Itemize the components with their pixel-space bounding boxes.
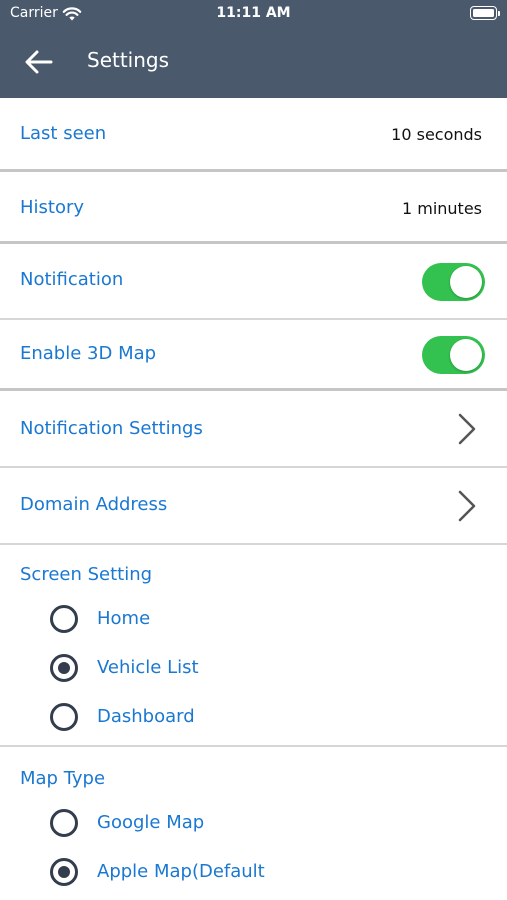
notification-row: Notification xyxy=(0,244,507,318)
page-title: Settings xyxy=(87,48,170,72)
radio-vehicle-list-label[interactable]: Vehicle List xyxy=(97,657,199,678)
last-seen-label: Last seen xyxy=(20,123,107,144)
map-type-title: Map Type xyxy=(20,768,106,789)
radio-apple-map-label[interactable]: Apple Map(Default xyxy=(97,861,265,882)
last-seen-value: 10 seconds xyxy=(391,125,482,144)
status-time: 11:11 AM xyxy=(216,5,291,21)
chevron-right-icon xyxy=(458,490,476,522)
notification-settings-row[interactable]: Notification Settings xyxy=(0,391,507,466)
radio-google-map[interactable] xyxy=(50,809,78,837)
screen-setting-section: Screen Setting Home Vehicle List Dashboa… xyxy=(0,545,507,745)
battery-icon xyxy=(470,6,500,20)
radio-home[interactable] xyxy=(50,605,78,633)
notification-toggle[interactable] xyxy=(422,263,485,301)
radio-apple-map[interactable] xyxy=(50,858,78,886)
radio-vehicle-list[interactable] xyxy=(50,654,78,682)
chevron-right-icon xyxy=(458,413,476,445)
last-seen-row[interactable]: Last seen 10 seconds xyxy=(0,98,507,170)
enable-3d-map-row: Enable 3D Map xyxy=(0,320,507,388)
screen-setting-title: Screen Setting xyxy=(20,564,153,585)
notification-settings-label: Notification Settings xyxy=(20,418,203,439)
domain-address-row[interactable]: Domain Address xyxy=(0,468,507,543)
enable-3d-map-toggle[interactable] xyxy=(422,336,485,374)
notification-label: Notification xyxy=(20,269,124,290)
map-type-section: Map Type Google Map Apple Map(Default xyxy=(0,747,507,900)
history-row[interactable]: History 1 minutes xyxy=(0,172,507,242)
radio-dashboard-label[interactable]: Dashboard xyxy=(97,706,195,727)
navigation-header: Carrier 11:11 AM Settings xyxy=(0,0,507,98)
domain-address-label: Domain Address xyxy=(20,494,168,515)
radio-home-label[interactable]: Home xyxy=(97,608,150,629)
back-arrow-icon[interactable] xyxy=(24,49,54,75)
enable-3d-map-label: Enable 3D Map xyxy=(20,343,157,364)
status-bar: Carrier 11:11 AM xyxy=(0,5,507,23)
radio-dashboard[interactable] xyxy=(50,703,78,731)
radio-google-map-label[interactable]: Google Map xyxy=(97,812,204,833)
history-value: 1 minutes xyxy=(401,199,482,218)
history-label: History xyxy=(20,197,85,218)
